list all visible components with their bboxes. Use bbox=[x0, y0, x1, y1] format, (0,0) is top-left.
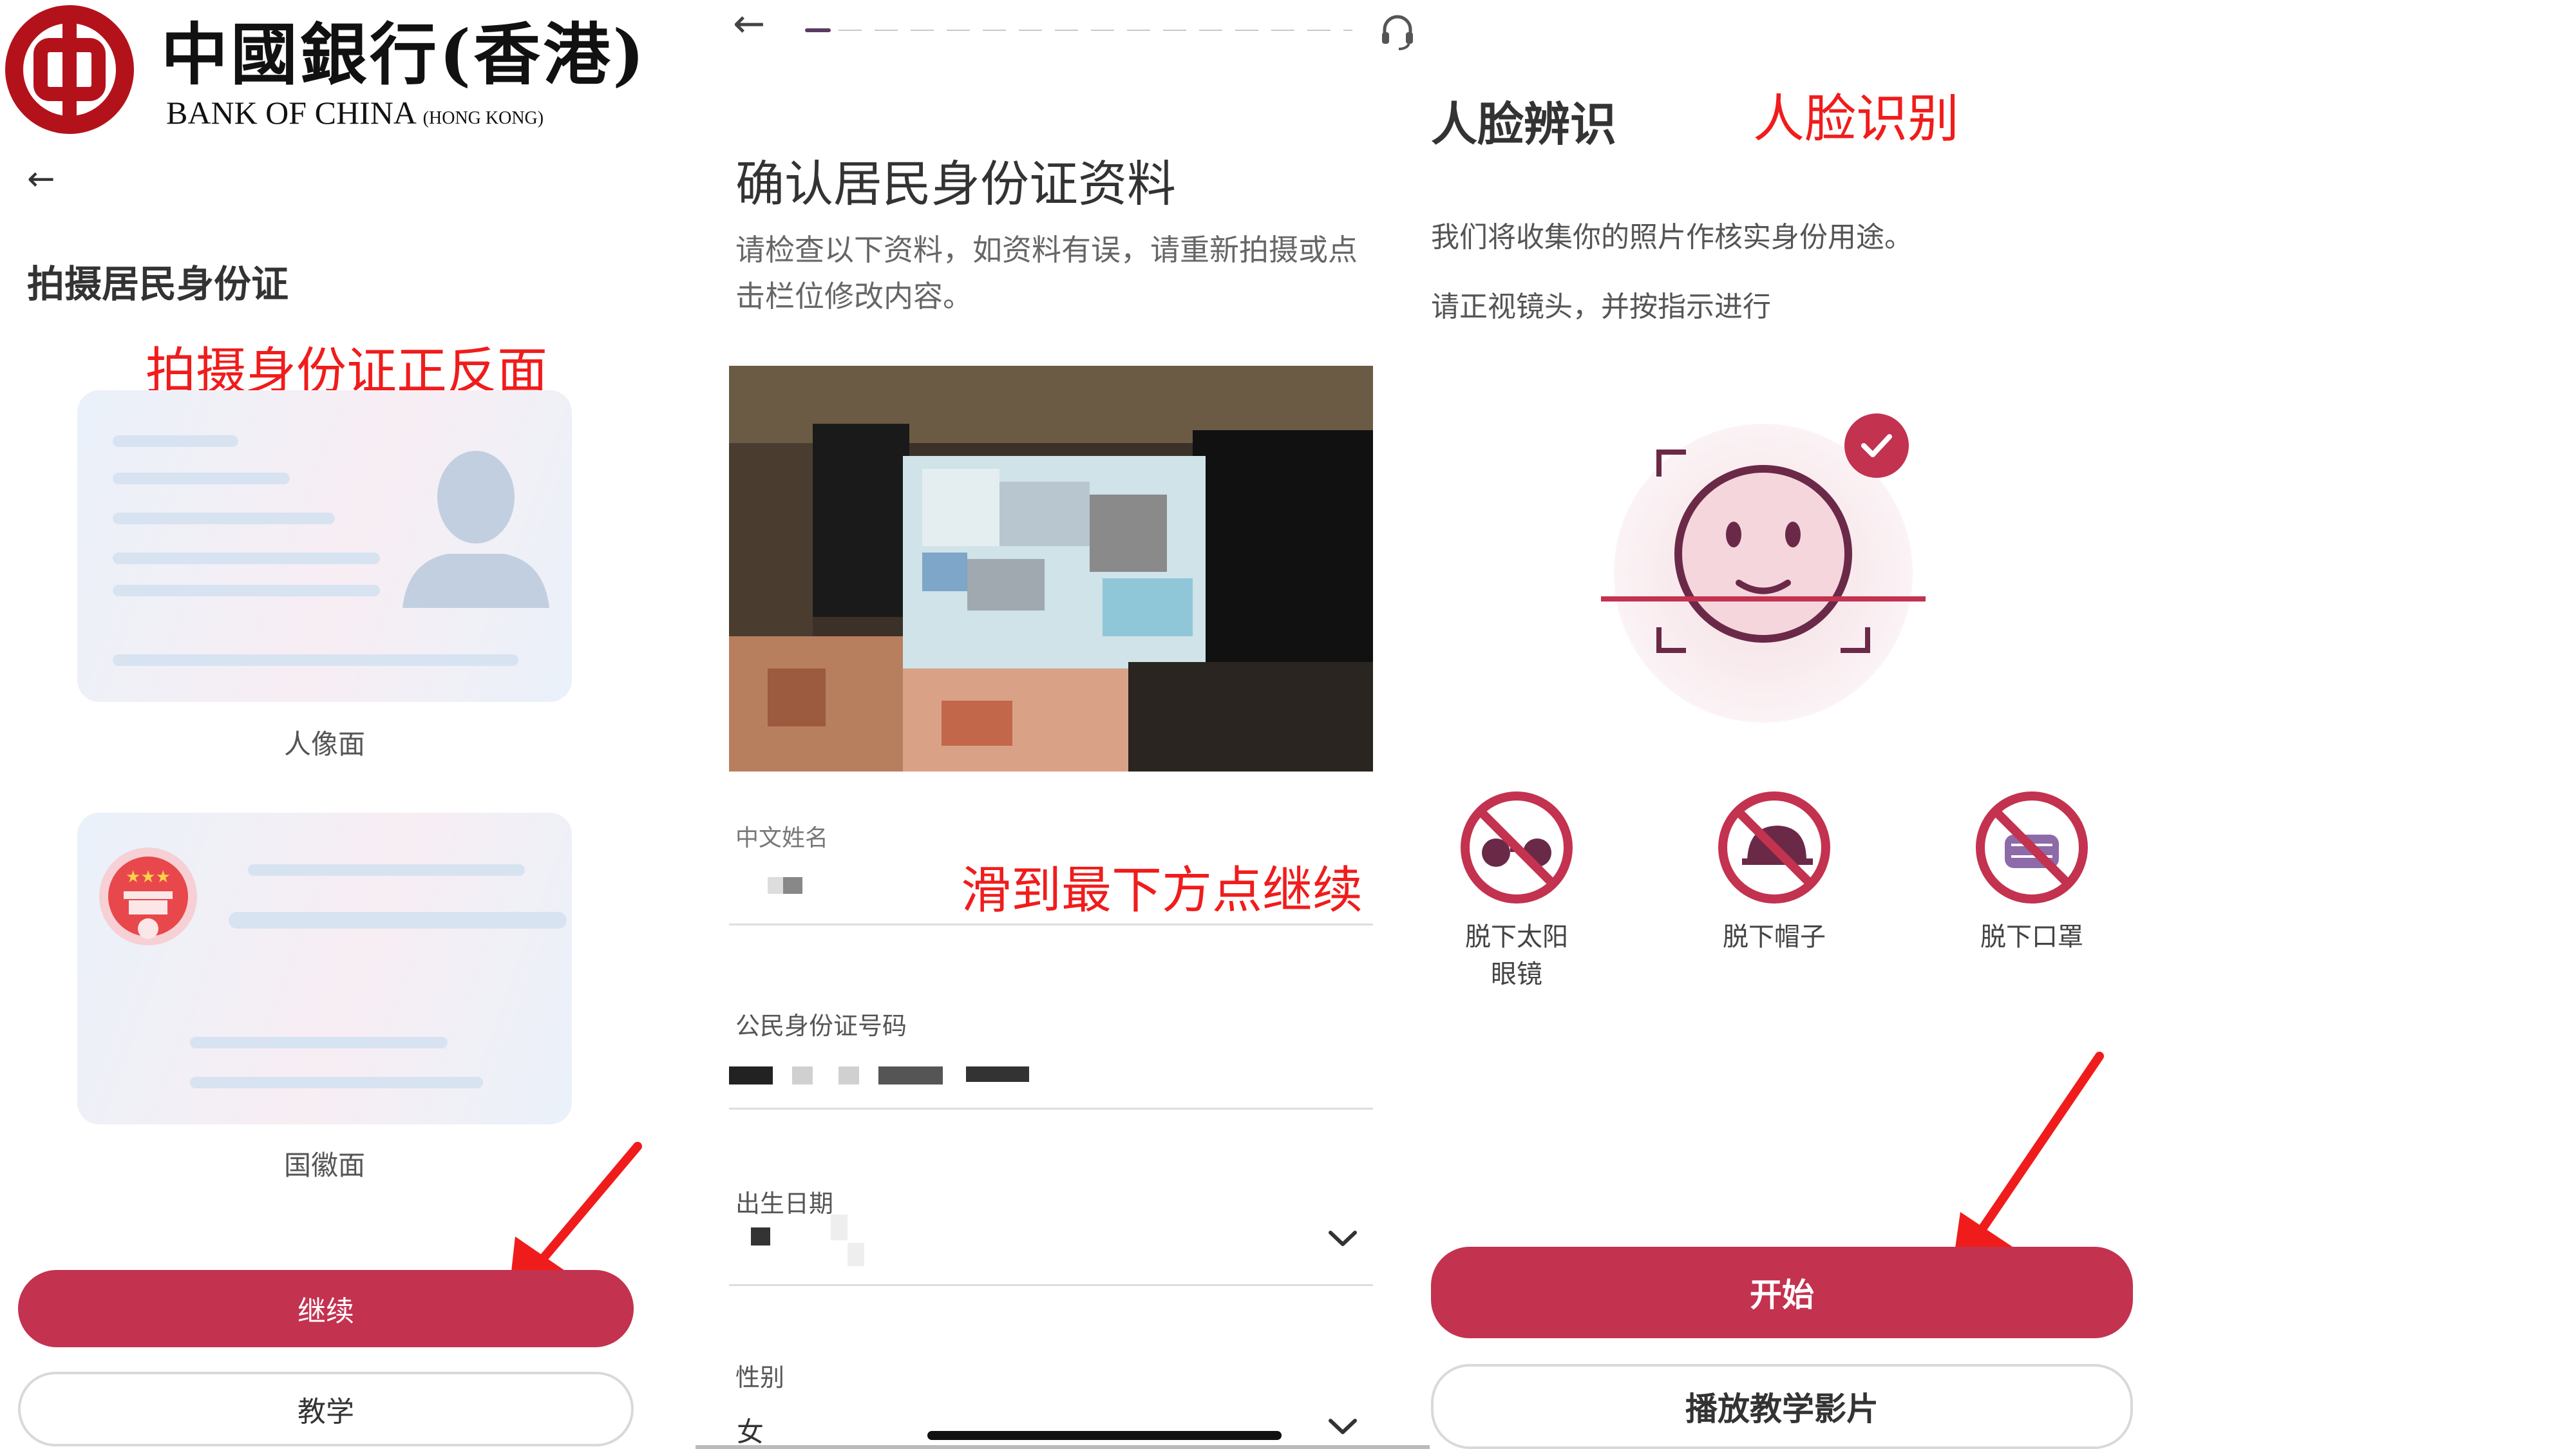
person-silhouette-icon bbox=[402, 451, 549, 608]
instruction-line-2: 请正视镜头，并按指示进行 bbox=[1431, 290, 1771, 323]
logo-english-name: BANK OF CHINA (HONG KONG) bbox=[166, 95, 544, 131]
redacted-value bbox=[729, 1066, 773, 1084]
tip-remove-mask: 脱下口罩 bbox=[1971, 790, 2093, 953]
face-recognition-screen: 人脸辨识 人脸识别 我们将收集你的照片作核实身份用途。 请正视镜头，并按指示进行 bbox=[1430, 0, 2190, 1449]
logo-chinese-name: 中國銀行(香港) bbox=[161, 15, 647, 94]
screen-bottom-edge bbox=[696, 1445, 1430, 1449]
chevron-down-icon[interactable] bbox=[1327, 1227, 1359, 1249]
no-sunglasses-icon bbox=[1461, 791, 1573, 904]
no-hat-icon bbox=[1718, 791, 1830, 904]
redacted-value bbox=[838, 1066, 859, 1084]
page-description: 请检查以下资料，如资料有误，请重新拍摄或点击栏位修改内容。 bbox=[735, 232, 1358, 314]
face-scan-illustration bbox=[1601, 413, 1926, 723]
tutorial-button[interactable]: 教学 bbox=[18, 1372, 634, 1446]
field-label-date-of-birth: 出生日期 bbox=[735, 1189, 834, 1218]
id-capture-screen: 中國銀行(香港) BANK OF CHINA (HONG KONG) ← 拍摄居… bbox=[0, 0, 676, 1449]
back-arrow-icon[interactable]: ← bbox=[27, 160, 55, 198]
redacted-value bbox=[792, 1066, 813, 1084]
redacted-value bbox=[831, 1215, 848, 1240]
annotation-arrow-icon bbox=[1951, 1052, 2104, 1275]
tip-remove-sunglasses: 脱下太阳眼镜 bbox=[1455, 790, 1578, 990]
field-divider bbox=[729, 1108, 1373, 1110]
continue-button[interactable]: 继续 bbox=[18, 1270, 634, 1347]
tip-label: 脱下太阳眼镜 bbox=[1465, 922, 1568, 989]
annotation-face-recognition: 人脸识别 bbox=[1753, 89, 1959, 149]
play-tutorial-video-button[interactable]: 播放教学影片 bbox=[1431, 1364, 2133, 1449]
redacted-value bbox=[783, 877, 802, 894]
redacted-value bbox=[848, 1243, 864, 1266]
instruction-line-1: 我们将收集你的照片作核实身份用途。 bbox=[1431, 221, 1913, 254]
tip-label: 脱下帽子 bbox=[1723, 922, 1826, 952]
page-title: 拍摄居民身份证 bbox=[27, 262, 289, 306]
home-indicator bbox=[927, 1431, 1282, 1440]
page-title: 确认居民身份证资料 bbox=[735, 155, 1176, 213]
headset-icon[interactable] bbox=[1378, 12, 1417, 50]
redacted-value bbox=[768, 877, 783, 894]
confirm-id-details-screen: ← 确认居民身份证资料 请检查以下资料，如资料有误，请重新拍摄或点击栏位修改内容… bbox=[696, 0, 1430, 1449]
field-label-gender: 性别 bbox=[735, 1363, 785, 1392]
no-mask-icon bbox=[1976, 791, 2088, 904]
redacted-value bbox=[751, 1227, 770, 1245]
id-back-capture-card[interactable]: ★★★ bbox=[77, 813, 572, 1124]
id-front-label: 人像面 bbox=[283, 728, 365, 760]
boc-logo-icon bbox=[5, 5, 134, 134]
tip-remove-hat: 脱下帽子 bbox=[1713, 790, 1835, 953]
back-arrow-icon[interactable]: ← bbox=[733, 1, 765, 46]
tip-label: 脱下口罩 bbox=[1980, 922, 2083, 952]
field-label-chinese-name: 中文姓名 bbox=[735, 825, 829, 851]
start-button[interactable]: 开始 bbox=[1431, 1247, 2133, 1338]
captured-id-image bbox=[729, 366, 1373, 772]
id-front-capture-card[interactable] bbox=[77, 390, 572, 702]
annotation-scroll-to-continue: 滑到最下方点继续 bbox=[961, 862, 1363, 920]
page-title: 人脸辨识 bbox=[1431, 97, 1617, 151]
chevron-down-icon[interactable] bbox=[1327, 1416, 1359, 1437]
field-divider bbox=[729, 923, 1373, 925]
progress-indicator bbox=[805, 28, 1352, 32]
field-divider bbox=[729, 1284, 1373, 1286]
field-value-gender[interactable]: 女 bbox=[737, 1410, 764, 1449]
svg-text:★★★: ★★★ bbox=[126, 867, 171, 887]
national-emblem-icon: ★★★ bbox=[99, 848, 197, 945]
redacted-value bbox=[878, 1066, 943, 1084]
field-label-id-number: 公民身份证号码 bbox=[735, 1012, 907, 1040]
redacted-value bbox=[966, 1066, 1029, 1082]
